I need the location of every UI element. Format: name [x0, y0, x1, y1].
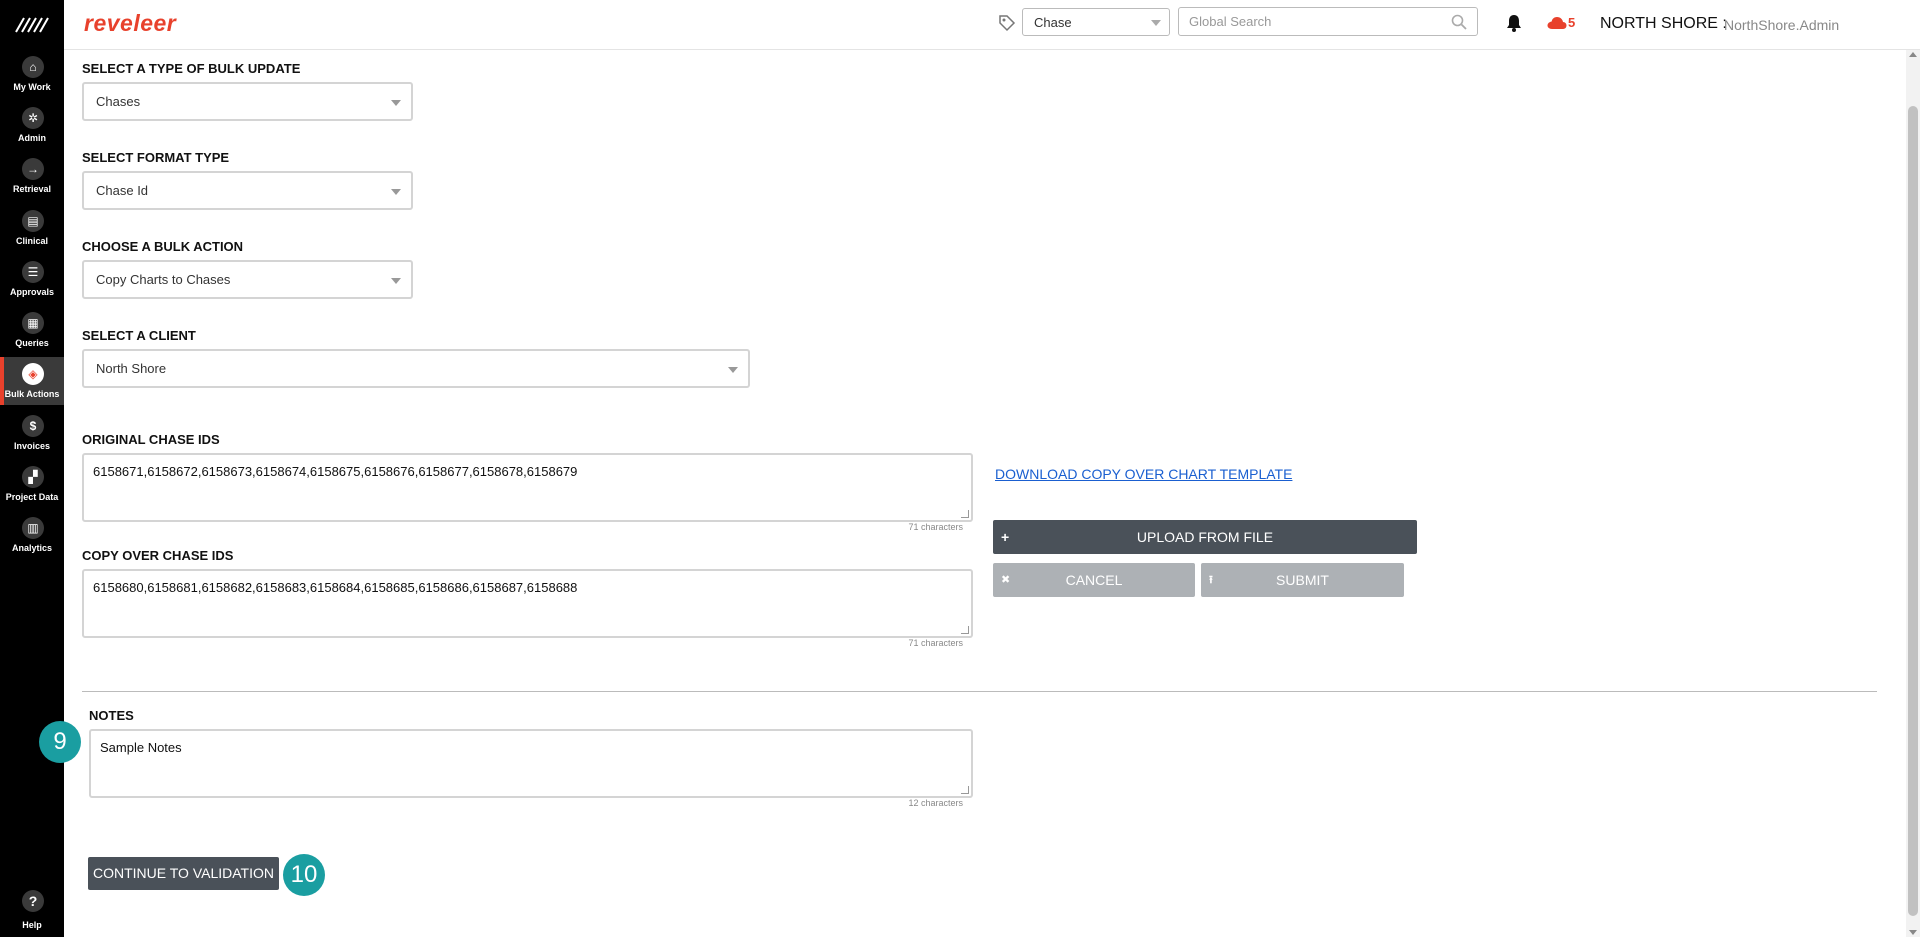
notes-input[interactable]: Sample Notes: [89, 729, 973, 798]
client-label: SELECT A CLIENT: [82, 328, 196, 343]
home-icon: ⌂: [22, 56, 44, 78]
checklist-icon: ☰: [22, 261, 44, 283]
user-name[interactable]: NorthShore.Admin: [1724, 17, 1839, 33]
sidebar-item-invoices[interactable]: $ Invoices: [0, 409, 64, 457]
bulk-action-label: CHOOSE A BULK ACTION: [82, 239, 244, 254]
chevron-down-icon: [391, 100, 401, 106]
app-logo-icon[interactable]: [14, 14, 50, 36]
bulk-update-type-select[interactable]: Chases: [82, 82, 413, 121]
cancel-label: CANCEL: [1065, 572, 1123, 588]
step-callout-badge: 9: [39, 721, 81, 763]
copy-over-chase-ids-char-count: 71 characters: [908, 638, 963, 648]
format-type-value: Chase Id: [96, 183, 149, 198]
sidebar-item-label: Clinical: [15, 236, 48, 246]
copy-over-chase-ids-value: 6158680,6158681,6158682,6158683,6158684,…: [93, 580, 578, 595]
step-callout-badge: 10: [283, 854, 325, 896]
submit-label: SUBMIT: [1276, 572, 1329, 588]
gear-icon: ✲: [22, 107, 44, 129]
notes-value: Sample Notes: [100, 740, 182, 755]
cloud-icon[interactable]: [1547, 16, 1567, 30]
resize-handle-icon[interactable]: [961, 510, 969, 518]
search-icon[interactable]: [1451, 14, 1467, 30]
bulk-action-value: Copy Charts to Chases: [96, 272, 231, 287]
tag-icon: [999, 15, 1016, 32]
upload-from-file-label: UPLOAD FROM FILE: [1136, 529, 1274, 545]
entity-type-value: Chase: [1034, 15, 1072, 30]
sidebar-item-project-data[interactable]: ▞ Project Data: [0, 460, 64, 508]
original-chase-ids-input[interactable]: 6158671,6158672,6158673,6158674,6158675,…: [82, 453, 973, 522]
sidebar-item-label: Retrieval: [12, 184, 52, 194]
notes-label: NOTES: [89, 708, 134, 723]
sidebar-item-label: Analytics: [11, 543, 53, 553]
sidebar-item-bulk-actions[interactable]: ◈ Bulk Actions: [0, 357, 64, 405]
original-chase-ids-char-count: 71 characters: [908, 522, 963, 532]
page-scrollbar[interactable]: [1906, 50, 1920, 937]
alerts-count-badge[interactable]: 5: [1568, 15, 1575, 30]
section-divider: [82, 691, 1877, 692]
copy-over-chase-ids-input[interactable]: 6158680,6158681,6158682,6158683,6158684,…: [82, 569, 973, 638]
download-template-link[interactable]: DOWNLOAD COPY OVER CHART TEMPLATE: [995, 466, 1292, 482]
upload-icon: ⭱: [1209, 574, 1213, 586]
organization-name: NORTH SHORE :: [1600, 15, 1727, 32]
chevron-down-icon: [391, 189, 401, 195]
brand-logo[interactable]: reveleer: [84, 10, 176, 37]
sidebar-item-label: Queries: [15, 338, 49, 348]
help-icon: ?: [22, 890, 44, 912]
notes-char-count: 12 characters: [908, 798, 963, 808]
close-icon: ✖: [1001, 574, 1011, 586]
scroll-down-icon[interactable]: [1909, 930, 1917, 935]
sidebar-item-help[interactable]: ? Help: [0, 890, 64, 932]
sidebar-item-retrieval[interactable]: → Retrieval: [0, 152, 64, 200]
format-type-label: SELECT FORMAT TYPE: [82, 150, 230, 165]
original-chase-ids-value: 6158671,6158672,6158673,6158674,6158675,…: [93, 464, 578, 479]
layers-icon: ◈: [22, 363, 44, 385]
bar-chart-icon: ▥: [22, 517, 44, 539]
scroll-up-icon[interactable]: [1909, 52, 1917, 57]
clipboard-icon: ▤: [22, 210, 44, 232]
search-placeholder: Global Search: [1189, 14, 1272, 29]
sidebar-item-queries[interactable]: ▦ Queries: [0, 306, 64, 354]
sidebar-item-label: Bulk Actions: [4, 389, 60, 399]
client-select[interactable]: North Shore: [82, 349, 750, 388]
sidebar: ⌂ My Work ✲ Admin → Retrieval ▤ Clinical ☰ Approv…: [0, 0, 64, 937]
format-type-select[interactable]: Chase Id: [82, 171, 413, 210]
submit-button[interactable]: ⭱ SUBMIT: [1201, 563, 1404, 597]
dollar-icon: $: [22, 415, 44, 437]
sidebar-item-admin[interactable]: ✲ Admin: [0, 101, 64, 149]
chevron-down-icon: [391, 278, 401, 284]
cancel-button[interactable]: ✖ CANCEL: [993, 563, 1195, 597]
sidebar-item-label: Admin: [18, 133, 46, 143]
bulk-update-type-value: Chases: [96, 94, 141, 109]
bell-icon[interactable]: [1506, 14, 1522, 32]
sidebar-item-label: Project Data: [5, 492, 59, 502]
arrow-right-icon: →: [22, 158, 44, 180]
chevron-down-icon: [1151, 20, 1161, 26]
sidebar-item-analytics[interactable]: ▥ Analytics: [0, 511, 64, 559]
plus-icon: +: [1001, 529, 1010, 545]
grid-icon: ▞: [22, 466, 44, 488]
bulk-action-select[interactable]: Copy Charts to Chases: [82, 260, 413, 299]
continue-to-validation-button[interactable]: CONTINUE TO VALIDATION: [88, 857, 279, 890]
original-chase-ids-label: ORIGINAL CHASE IDS: [82, 432, 220, 447]
bulk-update-type-label: SELECT A TYPE OF BULK UPDATE: [82, 61, 301, 76]
sidebar-item-label: Invoices: [13, 441, 51, 451]
resize-handle-icon[interactable]: [961, 786, 969, 794]
client-value: North Shore: [96, 361, 167, 376]
resize-handle-icon[interactable]: [961, 626, 969, 634]
chevron-down-icon: [728, 367, 738, 373]
sidebar-item-clinical[interactable]: ▤ Clinical: [0, 204, 64, 252]
sidebar-item-my-work[interactable]: ⌂ My Work: [0, 50, 64, 98]
sidebar-item-approvals[interactable]: ☰ Approvals: [0, 255, 64, 303]
copy-over-chase-ids-label: COPY OVER CHASE IDS: [82, 548, 234, 563]
scrollbar-thumb[interactable]: [1908, 106, 1918, 916]
top-bar: reveleer Chase Global Search 5 NORTH SHO…: [64, 0, 1920, 50]
upload-from-file-button[interactable]: + UPLOAD FROM FILE: [993, 520, 1417, 554]
sidebar-item-label: My Work: [13, 82, 51, 92]
global-search-input[interactable]: Global Search: [1178, 7, 1478, 36]
list-icon: ▦: [22, 312, 44, 334]
sidebar-item-label: Approvals: [9, 287, 54, 297]
entity-type-select[interactable]: Chase: [1022, 8, 1170, 36]
sidebar-item-label: Help: [22, 920, 42, 930]
